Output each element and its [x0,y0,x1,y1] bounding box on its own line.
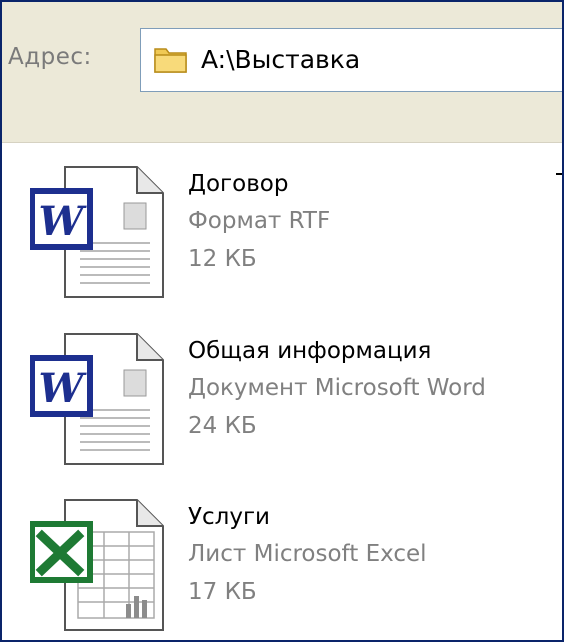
file-list: W Договор Формат RTF 12 КБ W Общая инфор… [2,143,562,640]
file-size: 12 КБ [188,246,257,272]
file-type: Лист Microsoft Excel [188,541,427,567]
file-item[interactable]: Услуги Лист Microsoft Excel 17 КБ [29,496,562,640]
address-input[interactable]: A:\Выставка [140,28,562,92]
file-item[interactable]: W Общая информация Документ Microsoft Wo… [29,330,562,480]
address-label: Адрес: [8,44,92,70]
file-type: Документ Microsoft Word [188,375,486,401]
explorer-window: Адрес: A:\Выставка W Договор Формат RTF … [0,0,564,642]
file-size: 17 КБ [188,579,257,605]
excel-sheet-icon [29,496,170,640]
file-item[interactable]: W Договор Формат RTF 12 КБ [29,163,562,313]
file-size: 24 КБ [188,413,257,439]
word-document-icon: W [29,163,170,307]
file-name: Общая информация [188,338,432,364]
address-toolbar: Адрес: A:\Выставка [2,2,562,143]
file-name: Договор [188,171,289,197]
word-document-icon: W [29,330,170,474]
folder-icon [153,43,189,79]
svg-text:W: W [39,365,88,412]
file-name: Услуги [188,504,271,530]
address-path: A:\Выставка [201,45,361,74]
file-type: Формат RTF [188,208,331,234]
svg-text:W: W [39,198,88,245]
